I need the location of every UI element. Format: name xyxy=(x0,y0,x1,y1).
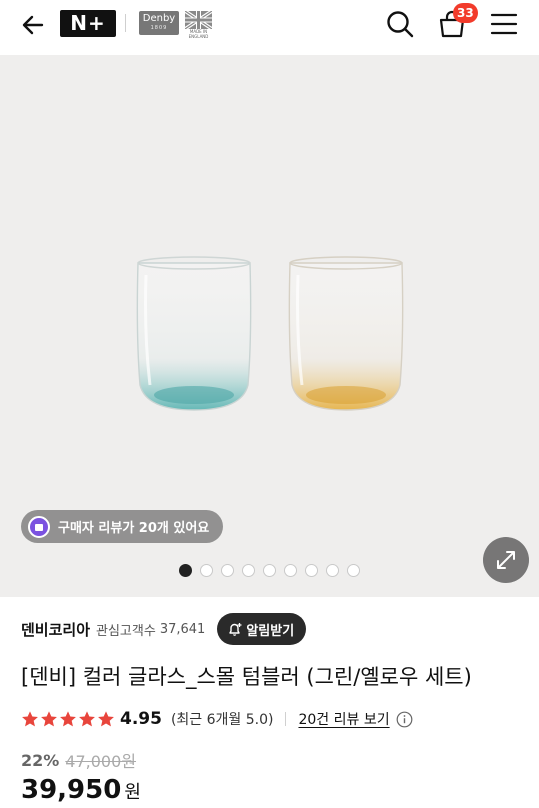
carousel-dot[interactable] xyxy=(347,564,360,577)
denby-logo: Denby 1809 xyxy=(139,11,179,35)
carousel-dot[interactable] xyxy=(221,564,234,577)
nplus-logo[interactable]: N+ xyxy=(60,10,116,37)
rating-stars xyxy=(21,710,115,728)
rating-value: 4.95 xyxy=(120,709,162,729)
carousel-dot[interactable] xyxy=(305,564,318,577)
star-icon xyxy=(60,711,76,727)
sale-price: 39,950 xyxy=(21,775,122,805)
discount-rate: 22% xyxy=(21,750,60,770)
rating-recent: (최근 6개월 5.0) xyxy=(170,712,274,728)
uk-flag-icon xyxy=(185,11,212,29)
menu-icon[interactable] xyxy=(489,9,519,39)
currency-unit: 원 xyxy=(124,782,141,803)
nplus-logo-text: N+ xyxy=(70,11,106,35)
seller-row: 덴비코리아 관심고객수 37,641 알림받기 xyxy=(21,613,307,645)
star-icon xyxy=(22,711,38,727)
flag-caption: MADE IN ENGLAND xyxy=(188,29,209,39)
carousel-indicator xyxy=(179,564,360,578)
denby-logo-year: 1809 xyxy=(150,25,168,31)
star-icon xyxy=(41,711,57,727)
cart-count-badge: 33 xyxy=(453,3,478,23)
carousel-dot[interactable] xyxy=(242,564,255,577)
denby-logo-name: Denby xyxy=(142,13,176,24)
carousel-dot[interactable] xyxy=(200,564,213,577)
product-image xyxy=(136,256,404,411)
buyer-review-pill[interactable]: 구매자 리뷰가 20개 있어요 xyxy=(21,510,224,543)
back-arrow-icon[interactable] xyxy=(18,10,48,40)
follower-label: 관심고객수 xyxy=(96,623,156,639)
expand-icon[interactable] xyxy=(483,537,529,583)
carousel-dot[interactable] xyxy=(263,564,276,577)
follower-count: 37,641 xyxy=(159,621,206,637)
star-icon xyxy=(98,711,114,727)
rating-divider xyxy=(285,712,287,726)
buyer-review-pill-text: 구매자 리뷰가 20개 있어요 xyxy=(58,521,210,536)
product-title: [덴비] 컬러 글라스_스몰 텀블러 (그린/옐로우 세트) xyxy=(21,665,472,689)
alarm-subscribe-label: 알림받기 xyxy=(246,623,295,639)
rating-row: 4.95 (최근 6개월 5.0) 20건 리뷰 보기 xyxy=(21,707,413,731)
bell-plus-icon xyxy=(229,623,242,636)
product-image-carousel[interactable]: 구매자 리뷰가 20개 있어요 xyxy=(0,55,539,597)
original-price: 47,000원 xyxy=(65,752,137,771)
carousel-dot[interactable] xyxy=(326,564,339,577)
shopping-bag-icon xyxy=(28,515,50,538)
seller-name[interactable]: 덴비코리아 xyxy=(21,619,90,640)
view-reviews-link[interactable]: 20건 리뷰 보기 xyxy=(298,709,389,729)
header-divider xyxy=(125,14,126,32)
price-row: 39,950 원 xyxy=(21,775,141,808)
top-header: N+ Denby 1809 MADE IN ENGLAND 33 xyxy=(0,0,539,55)
carousel-dot[interactable] xyxy=(284,564,297,577)
discount-row: 22% 47,000원 xyxy=(21,749,137,772)
alarm-subscribe-button[interactable]: 알림받기 xyxy=(217,613,307,645)
carousel-dot[interactable] xyxy=(179,564,192,577)
search-icon[interactable] xyxy=(384,8,416,40)
star-icon xyxy=(79,711,95,727)
info-icon[interactable] xyxy=(396,711,413,728)
